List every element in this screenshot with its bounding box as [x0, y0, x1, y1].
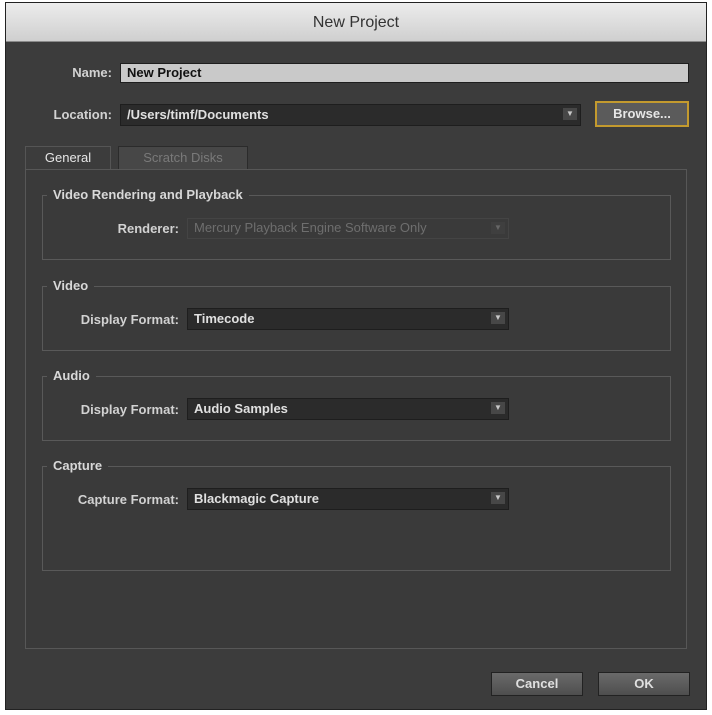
chevron-down-icon: ▼: [491, 492, 505, 504]
tab-scratch-disks[interactable]: Scratch Disks: [118, 146, 248, 170]
capture-format-label: Capture Format:: [77, 492, 179, 507]
video-group: Video Display Format: Timecode ▼: [42, 278, 671, 351]
rendering-group: Video Rendering and Playback Renderer: M…: [42, 187, 671, 260]
general-tab-panel: Video Rendering and Playback Renderer: M…: [25, 169, 687, 649]
capture-group: Capture Capture Format: Blackmagic Captu…: [42, 458, 671, 571]
video-display-format-value: Timecode: [194, 311, 255, 326]
renderer-dropdown[interactable]: Mercury Playback Engine Software Only ▼: [187, 218, 509, 239]
project-name-input[interactable]: New Project: [120, 63, 689, 83]
renderer-label: Renderer:: [117, 221, 179, 236]
audio-group-title: Audio: [47, 368, 96, 384]
chevron-down-icon: ▼: [563, 108, 577, 120]
browse-button[interactable]: Browse...: [595, 101, 689, 127]
video-group-title: Video: [47, 278, 95, 294]
chevron-down-icon: ▼: [491, 402, 505, 414]
audio-group: Audio Display Format: Audio Samples ▼: [42, 368, 671, 441]
audio-display-format-value: Audio Samples: [194, 401, 288, 416]
rendering-group-title: Video Rendering and Playback: [47, 187, 249, 203]
capture-format-dropdown[interactable]: Blackmagic Capture ▼: [187, 488, 509, 510]
renderer-value: Mercury Playback Engine Software Only: [194, 220, 427, 235]
capture-group-title: Capture: [47, 458, 109, 474]
new-project-dialog: New Project Name: New Project Location: …: [5, 2, 707, 710]
tab-general[interactable]: General: [25, 146, 111, 170]
location-value: /Users/timf/Documents: [127, 107, 269, 122]
ok-button[interactable]: OK: [598, 672, 690, 696]
video-display-format-dropdown[interactable]: Timecode ▼: [187, 308, 509, 330]
window-title: New Project: [6, 3, 706, 42]
capture-format-value: Blackmagic Capture: [194, 491, 319, 506]
location-dropdown[interactable]: /Users/timf/Documents ▼: [120, 104, 581, 126]
location-label: Location:: [53, 107, 113, 122]
audio-display-format-label: Display Format:: [80, 402, 179, 417]
name-label: Name:: [72, 65, 112, 80]
audio-display-format-dropdown[interactable]: Audio Samples ▼: [187, 398, 509, 420]
cancel-button[interactable]: Cancel: [491, 672, 583, 696]
video-display-format-label: Display Format:: [80, 312, 179, 327]
chevron-down-icon: ▼: [491, 222, 505, 234]
chevron-down-icon: ▼: [491, 312, 505, 324]
